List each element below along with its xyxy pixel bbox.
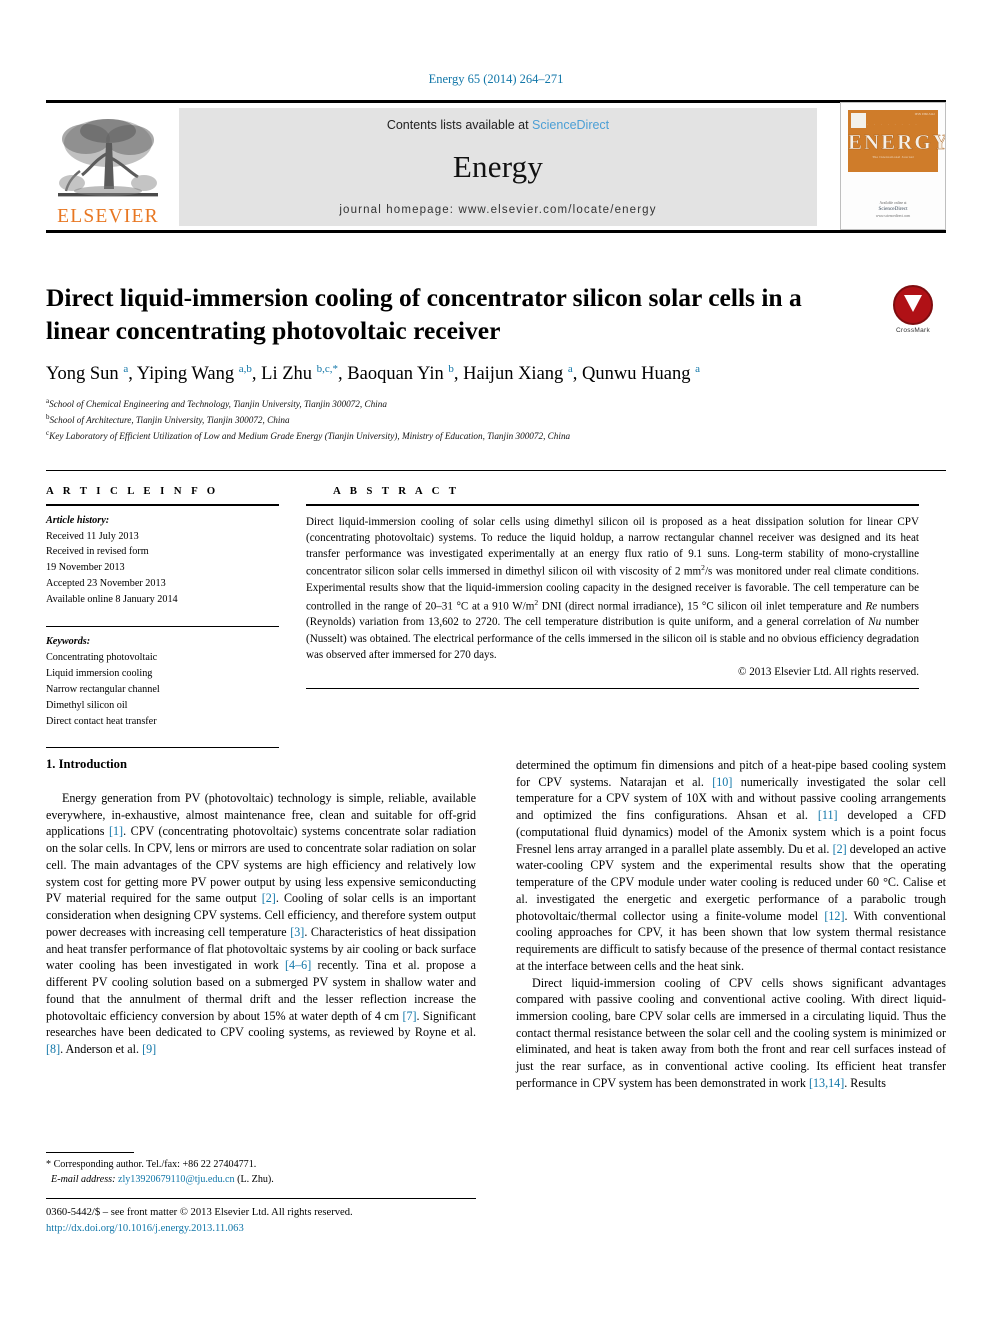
masthead-center: Contents lists available at ScienceDirec… [179,108,817,226]
footer-rule [46,1198,476,1199]
history-item: Received in revised form [46,546,149,558]
cover-subtitle: The International Journal [872,155,914,159]
journal-masthead: ELSEVIER Contents lists available at Sci… [46,100,946,233]
body-left-column: 1. Introduction Energy generation from P… [46,757,476,1187]
footer-info: 0360-5442/$ – see front matter © 2013 El… [46,1205,566,1237]
crossmark-icon [893,285,933,325]
footer-issn-line: 0360-5442/$ – see front matter © 2013 El… [46,1207,353,1218]
info-abstract-zone: A R T I C L E I N F O A B S T R A C T Ar… [46,470,946,749]
abstract-copyright: © 2013 Elsevier Ltd. All rights reserved… [738,666,919,679]
article-history: Article history: Received 11 July 2013 R… [46,513,279,608]
masthead-bottom-rule [46,230,946,233]
keyword-item: Narrow rectangular channel [46,683,160,695]
abstract-rule-top [306,504,919,506]
section-heading-introduction: 1. Introduction [46,757,127,771]
title-block: Direct liquid-immersion cooling of conce… [46,281,946,444]
cover-botline: · · · · · · · · [866,146,920,150]
info-rule-2 [46,626,279,628]
article-info-column: Article history: Received 11 July 2013 R… [46,504,306,749]
cover-topline: · · · · · · · · [866,123,920,127]
paragraph: Direct liquid-immersion cooling of CPV c… [516,975,946,1090]
history-item: Accepted 23 November 2013 [46,578,166,590]
paragraph: determined the optimum fin dimensions an… [516,758,946,973]
affiliation-text-c: Key Laboratory of Efficient Utilization … [49,430,571,441]
article-history-label: Article history: [46,514,110,526]
page-title: Direct liquid-immersion cooling of conce… [46,283,802,346]
running-head: Energy 65 (2014) 264–271 [428,72,564,86]
cover-footer: Available online at ScienceDirect www.sc… [841,201,945,219]
affiliation-list: aSchool of Chemical Engineering and Tech… [46,396,946,444]
keyword-item: Direct contact heat transfer [46,715,157,727]
footnote-rule [46,1152,134,1153]
elsevier-tree-icon [58,118,158,196]
cover-foot-url: www.sciencedirect.com [875,213,911,218]
info-rule-3 [46,747,279,749]
info-abstract-headings: A R T I C L E I N F O A B S T R A C T [46,471,946,504]
history-item: Available online 8 January 2014 [46,594,178,606]
email-suffix: (L. Zhu). [237,1174,274,1186]
abstract-rule-bottom [306,688,919,690]
history-item: Received 11 July 2013 [46,530,139,542]
journal-cover-thumbnail: ISSN 0360-5442 · · · · · · · · ENERGY · … [840,102,946,230]
author-list: Yong Sun a, Yiping Wang a,b, Li Zhu b,c,… [46,363,700,385]
keywords-block: Keywords: Concentrating photovoltaic Liq… [46,634,279,729]
crossmark-badge[interactable]: CrossMark [881,285,945,337]
info-rule-1 [46,504,279,506]
info-abstract-columns: Article history: Received 11 July 2013 R… [46,504,946,749]
masthead-top-rule [46,100,946,103]
journal-title: Energy [452,149,544,184]
journal-article-page: Energy 65 (2014) 264–271 ELSEVIER Conten… [0,0,992,1323]
abstract-text: Direct liquid-immersion cooling of solar… [306,515,919,661]
corresponding-email-link[interactable]: zly13920679110@tju.edu.cn [118,1174,235,1185]
keyword-item: Concentrating photovoltaic [46,651,158,663]
body-columns: 1. Introduction Energy generation from P… [46,757,946,1187]
affiliation-c: cKey Laboratory of Efficient Utilization… [46,428,946,444]
article-info-heading: A R T I C L E I N F O [46,485,219,497]
corresponding-author-footnote: * Corresponding author. Tel./fax: +86 22… [46,1152,476,1188]
affiliation-a: aSchool of Chemical Engineering and Tech… [46,396,946,412]
footnote-corresponding: * Corresponding author. Tel./fax: +86 22… [46,1159,257,1170]
keyword-item: Dimethyl silicon oil [46,699,128,711]
sciencedirect-link[interactable]: ScienceDirect [532,118,609,132]
abstract-heading: A B S T R A C T [333,485,460,497]
contents-prefix: Contents lists available at [386,118,533,132]
body-right-column: determined the optimum fin dimensions an… [516,757,946,1187]
email-address-label: E-mail address: [51,1174,116,1186]
affiliation-text-b: School of Architecture, Tianjin Universi… [49,414,290,425]
keyword-item: Liquid immersion cooling [46,667,153,679]
cover-issn: ISSN 0360-5442 [914,113,935,116]
affiliation-b: bSchool of Architecture, Tianjin Univers… [46,412,946,428]
contents-available-line: Contents lists available at ScienceDirec… [387,118,609,132]
paragraph: Energy generation from PV (photovoltaic)… [46,791,477,1057]
abstract-column: Direct liquid-immersion cooling of solar… [306,504,919,748]
cover-title: ENERGY [848,130,946,154]
journal-homepage-link[interactable]: journal homepage: www.elsevier.com/locat… [339,204,656,216]
history-item: 19 November 2013 [46,562,125,574]
keywords-label: Keywords: [46,636,91,648]
footer-doi-link[interactable]: http://dx.doi.org/10.1016/j.energy.2013.… [46,1221,566,1237]
affiliation-text-a: School of Chemical Engineering and Techn… [49,398,387,409]
elsevier-wordmark: ELSEVIER [57,205,159,227]
cover-orange-band: ISSN 0360-5442 · · · · · · · · ENERGY · … [848,110,946,172]
cover-foot-sciencedirect: ScienceDirect [878,206,908,213]
crossmark-label: CrossMark [895,327,931,334]
elsevier-logo: ELSEVIER [48,106,168,226]
footnote-email-line: E-mail address: zly13920679110@tju.edu.c… [46,1172,476,1187]
